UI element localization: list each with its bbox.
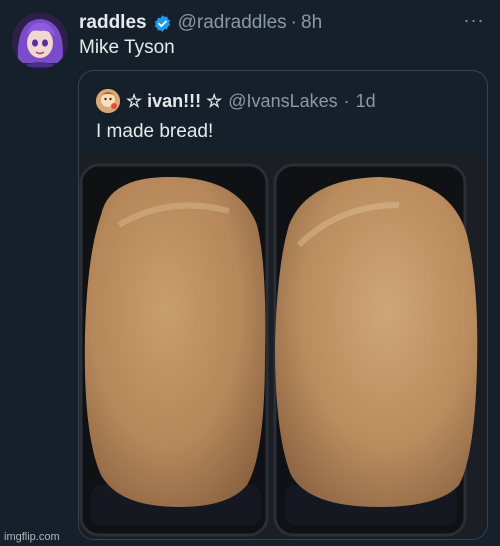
quoted-tweet-text: I made bread! [96, 121, 214, 142]
tweet-timestamp[interactable]: 8h [301, 12, 322, 34]
display-name[interactable]: raddles [79, 12, 147, 34]
more-options-icon[interactable]: ··· [462, 10, 486, 30]
verified-badge-icon [154, 14, 170, 32]
imgflip-watermark: imgflip.com [4, 531, 60, 543]
quoted-user-avatar[interactable] [96, 89, 120, 113]
quoted-tweet-photo[interactable] [79, 155, 487, 539]
user-avatar[interactable] [12, 13, 68, 69]
quoted-tweet-card[interactable]: ☆ ivan!!! ☆ @IvansLakes · 1d I made brea… [78, 70, 488, 540]
user-handle[interactable]: @radraddles [178, 12, 287, 34]
quoted-display-name[interactable]: ☆ ivan!!! ☆ [126, 91, 222, 112]
quoted-user-handle[interactable]: @IvansLakes [228, 91, 337, 112]
quoted-tweet-header: ☆ ivan!!! ☆ @IvansLakes · 1d [96, 89, 477, 113]
anime-character-avatar-icon [12, 13, 68, 69]
profile-avatar-icon [96, 89, 120, 113]
bread-loaves-image [79, 155, 487, 539]
tweet-text: Mike Tyson [79, 37, 175, 58]
separator-dot: · [290, 12, 297, 33]
tweet-header: raddles @radraddles · 8h [79, 11, 486, 35]
separator-dot: · [343, 90, 350, 111]
quoted-tweet-timestamp[interactable]: 1d [356, 91, 376, 112]
